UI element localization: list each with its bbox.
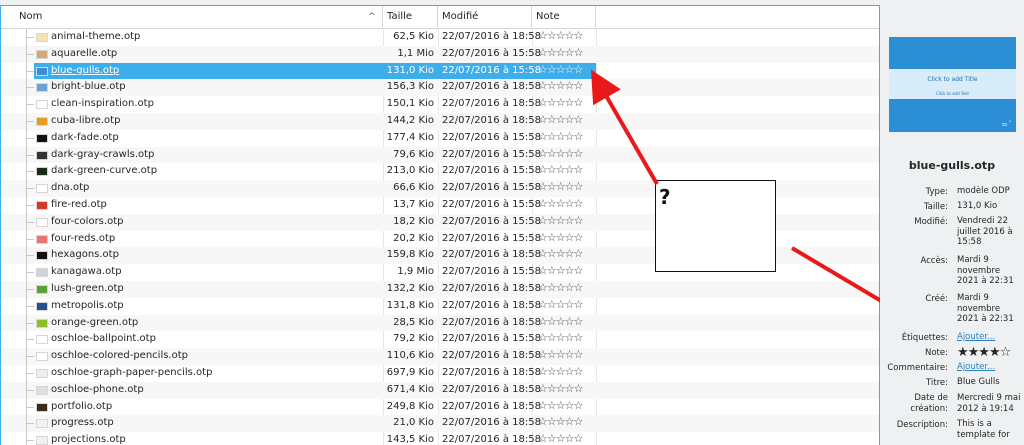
preview-title: Click to add Title	[927, 76, 978, 83]
annotation-arrows	[591, 69, 953, 344]
creation-date-value: Mercredi 9 mai 2012 à 19:14	[957, 393, 1021, 414]
title-label: Titre:	[925, 378, 948, 388]
description-value: This is a template for	[957, 419, 1010, 440]
note-label: Note:	[925, 348, 948, 358]
template-preview: Click to add Title Click to add Text ≈ˇ	[889, 37, 1016, 132]
creation-date-label: Date de création:	[910, 393, 948, 414]
modified-label: Modifié:	[914, 217, 948, 227]
description-label: Description:	[896, 420, 948, 430]
title-value: Blue Gulls	[957, 377, 1000, 387]
type-label: Type:	[925, 187, 948, 197]
accessed-label: Accès:	[920, 256, 948, 266]
accessed-value: Mardi 9 novembre 2021 à 22:31	[957, 255, 1014, 286]
modified-value: Vendredi 22 juillet 2016 à 15:58	[957, 216, 1013, 247]
comment-label: Commentaire:	[887, 363, 948, 373]
info-filename: blue-gulls.otp	[908, 159, 996, 172]
preview-subtitle: Click to add Text	[936, 91, 969, 96]
gulls-icon: ≈ˇ	[1001, 120, 1012, 129]
created-label: Créé:	[925, 294, 948, 304]
arrow-to-note-column	[591, 69, 659, 185]
add-tags-link[interactable]: Ajouter...	[957, 332, 1024, 343]
size-value: 131,0 Kio	[957, 201, 998, 211]
tags-label: Étiquettes:	[901, 333, 948, 343]
rating-stars[interactable]: ★★★★☆	[957, 345, 1011, 360]
created-value: Mardi 9 novembre 2021 à 22:31	[957, 293, 1014, 324]
type-value: modèle ODP	[957, 186, 1010, 196]
add-comment-link[interactable]: Ajouter...	[957, 362, 1024, 373]
size-label: Taille:	[923, 202, 948, 212]
